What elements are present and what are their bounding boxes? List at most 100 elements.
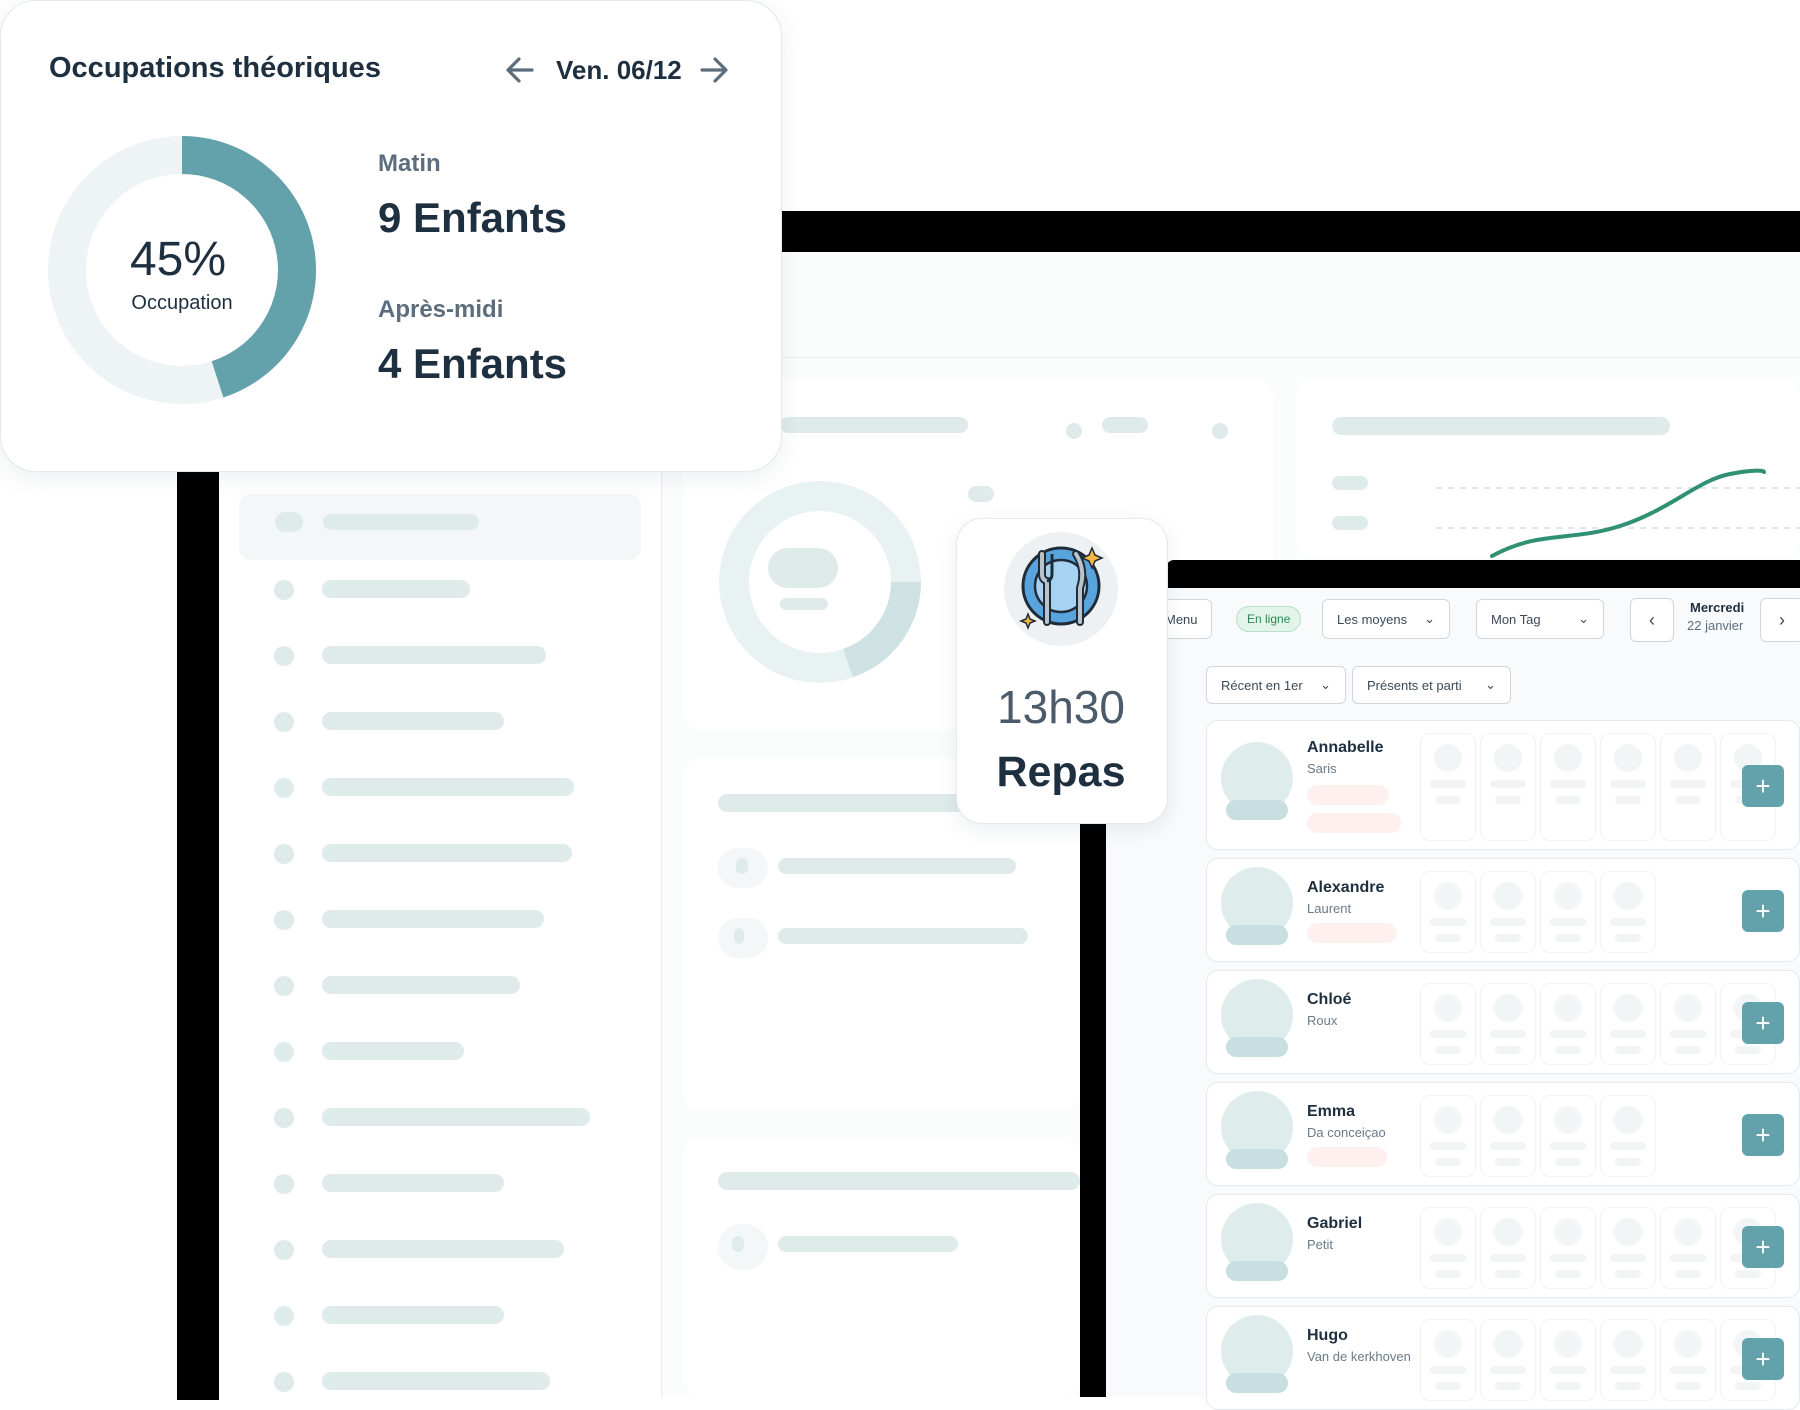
sidebar-item-label: [323, 514, 479, 530]
status-badge: En ligne: [1236, 606, 1302, 632]
add-button[interactable]: +: [1742, 1114, 1784, 1156]
time-slot: [1420, 1319, 1476, 1401]
placeholder-line: [718, 1172, 1080, 1190]
occupation-date: Ven. 06/12: [556, 55, 682, 85]
slot-placeholder-line: [1550, 918, 1586, 926]
slot-placeholder-line: [1550, 780, 1586, 788]
slot-placeholder-line: [1430, 918, 1466, 926]
slot-placeholder-line: [1610, 918, 1646, 926]
slot-placeholder: [1614, 744, 1642, 772]
slot-placeholder-line: [1610, 1142, 1646, 1150]
child-row[interactable]: Annabelle Saris +: [1206, 720, 1800, 850]
slot-placeholder: [1614, 994, 1642, 1022]
time-slot: [1540, 1095, 1596, 1177]
child-row[interactable]: Alexandre Laurent +: [1206, 858, 1800, 962]
slot-placeholder-line: [1610, 1030, 1646, 1038]
plate-cutlery-icon: [1004, 532, 1118, 646]
child-row[interactable]: Emma Da conceiçao +: [1206, 1082, 1800, 1186]
slot-placeholder: [1434, 1218, 1462, 1246]
slot-placeholder: [1554, 882, 1582, 910]
means-filter-select[interactable]: Les moyens ⌄: [1322, 599, 1450, 639]
child-last-name: Roux: [1307, 1013, 1338, 1028]
sort-select[interactable]: Récent en 1er ⌄: [1206, 666, 1346, 704]
add-button[interactable]: +: [1742, 765, 1784, 807]
current-day: Mercredi: [1690, 600, 1745, 615]
child-row[interactable]: Chloé Roux +: [1206, 970, 1800, 1074]
slot-placeholder-line: [1550, 1366, 1586, 1374]
placeholder-dot: [1066, 423, 1082, 439]
avatar-tag: [1226, 1149, 1288, 1169]
slot-placeholder-line: [1675, 796, 1701, 804]
avatar-tag: [1226, 1373, 1288, 1393]
sidebar-item-label: [322, 976, 520, 994]
slot-placeholder-line: [1490, 1142, 1526, 1150]
slot-placeholder-line: [1435, 1158, 1461, 1166]
arrow-right-icon[interactable]: [694, 50, 734, 90]
time-slot: [1660, 733, 1716, 841]
slot-placeholder-line: [1555, 796, 1581, 804]
slot-placeholder-line: [1435, 934, 1461, 942]
chevron-down-icon: ⌄: [1578, 611, 1589, 626]
previous-day-button[interactable]: ‹: [1630, 598, 1674, 642]
slot-placeholder-line: [1495, 1382, 1521, 1390]
sidebar-item-icon: [274, 910, 294, 930]
sidebar-item-label: [322, 910, 544, 928]
add-button[interactable]: +: [1742, 1226, 1784, 1268]
sidebar-item-label: [322, 1240, 564, 1258]
current-date: 22 janvier: [1687, 618, 1744, 633]
slot-placeholder-line: [1430, 1142, 1466, 1150]
slot-placeholder-line: [1490, 1030, 1526, 1038]
slot-placeholder: [1434, 1330, 1462, 1358]
occupation-percent: 45%: [129, 233, 227, 286]
tag-filter-select[interactable]: Mon Tag ⌄: [1476, 599, 1604, 639]
child-row[interactable]: Gabriel Petit +: [1206, 1194, 1800, 1298]
slot-placeholder-line: [1615, 796, 1641, 804]
sidebar-item-label: [322, 580, 470, 598]
sidebar-item-label: [322, 778, 574, 796]
slot-placeholder: [1674, 1330, 1702, 1358]
chevron-down-icon: ⌄: [1320, 677, 1331, 692]
slot-placeholder: [1614, 1330, 1642, 1358]
time-slot: [1600, 1319, 1656, 1401]
slot-placeholder-line: [1610, 780, 1646, 788]
child-row[interactable]: Hugo Van de kerkhoven +: [1206, 1306, 1800, 1410]
child-first-name: Emma: [1307, 1103, 1356, 1120]
slot-placeholder: [1494, 1218, 1522, 1246]
status-placeholder: [1307, 923, 1397, 943]
sidebar-item-icon: [274, 778, 294, 798]
next-day-button[interactable]: ›: [1760, 598, 1800, 642]
placeholder-dot: [1212, 423, 1228, 439]
slot-placeholder: [1434, 994, 1462, 1022]
slot-placeholder-line: [1735, 1270, 1761, 1278]
slot-placeholder-line: [1735, 1046, 1761, 1054]
presence-filter-select[interactable]: Présents et parti ⌄: [1352, 666, 1511, 704]
slot-placeholder-line: [1555, 1046, 1581, 1054]
add-button[interactable]: +: [1742, 1002, 1784, 1044]
slot-placeholder-line: [1430, 1030, 1466, 1038]
sidebar-item-icon: [274, 1042, 294, 1062]
placeholder-line: [1332, 476, 1368, 490]
device-frame-left: [177, 470, 219, 1400]
menu-button-label: Menu: [1165, 611, 1198, 627]
add-button[interactable]: +: [1742, 890, 1784, 932]
slot-placeholder: [1614, 1106, 1642, 1134]
morning-label: Matin: [378, 150, 441, 177]
arrow-left-icon[interactable]: [500, 50, 540, 90]
placeholder-line: [968, 486, 994, 502]
time-slot: [1600, 733, 1656, 841]
placeholder-line: [778, 858, 1016, 874]
presence-filter-label: Présents et parti: [1367, 677, 1462, 693]
sidebar-item-label: [322, 646, 546, 664]
sidebar-item-icon: [274, 976, 294, 996]
chevron-down-icon: ⌄: [1485, 677, 1496, 692]
slot-placeholder: [1494, 1330, 1522, 1358]
slot-placeholder: [1674, 1218, 1702, 1246]
slot-placeholder-line: [1615, 1046, 1641, 1054]
slot-placeholder: [1494, 994, 1522, 1022]
slot-placeholder-line: [1495, 1158, 1521, 1166]
time-slot: [1540, 733, 1596, 841]
add-button[interactable]: +: [1742, 1338, 1784, 1380]
time-slot: [1660, 1319, 1716, 1401]
slot-placeholder-line: [1495, 1270, 1521, 1278]
slot-placeholder-line: [1670, 1254, 1706, 1262]
